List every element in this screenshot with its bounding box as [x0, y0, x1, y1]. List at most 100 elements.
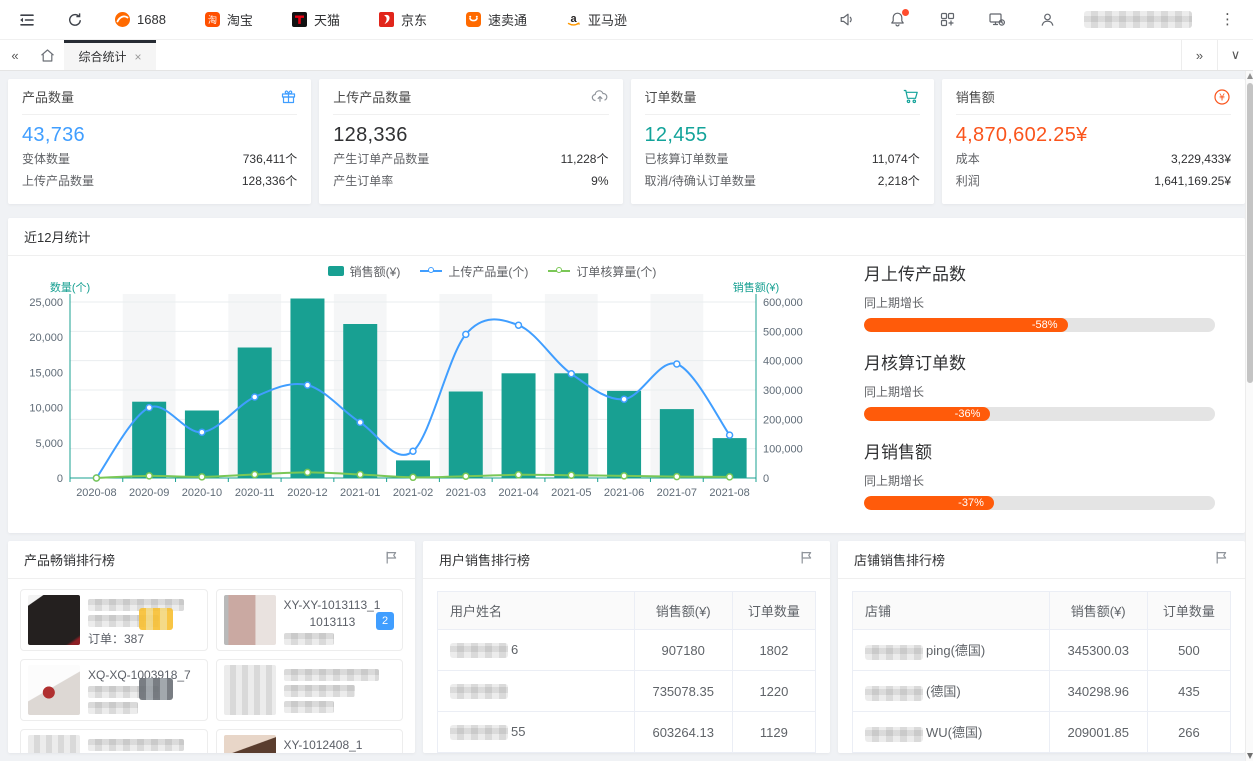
- growth-progress-fill: -36%: [864, 407, 990, 421]
- legend-bar-swatch: [328, 266, 344, 276]
- product-ranking-title: 产品畅销排行榜: [24, 550, 115, 569]
- jd-icon: [378, 11, 395, 28]
- column-header: 订单数量: [1147, 592, 1230, 630]
- growth-panel: 月上传产品数同上期增长-58%月核算订单数同上期增长-36%月销售额同上期增长-…: [826, 256, 1245, 532]
- more-menu-button[interactable]: ⋮: [1216, 12, 1239, 27]
- svg-text:2021-02: 2021-02: [393, 487, 433, 499]
- platform-tab-label: 京东: [401, 10, 427, 29]
- product-card-XY-XY-1013113_1[interactable]: XY-XY-1013113_110131132: [216, 589, 404, 651]
- order-count: 435: [1147, 671, 1230, 712]
- platform-tab-亚马逊[interactable]: a亚马逊: [565, 0, 627, 40]
- svg-text:0: 0: [57, 473, 63, 485]
- product-order-count: 订单：387: [88, 631, 200, 645]
- refresh-icon[interactable]: [62, 7, 88, 33]
- home-icon[interactable]: [30, 40, 64, 70]
- user-icon[interactable]: [1034, 7, 1060, 33]
- shop-row[interactable]: ping(德国)345300.03500: [853, 630, 1231, 671]
- bell-icon[interactable]: [884, 7, 910, 33]
- redacted-name: [450, 643, 508, 658]
- product-card-redacted-4[interactable]: [20, 729, 208, 753]
- platform-tab-速卖通[interactable]: 速卖通: [465, 0, 527, 40]
- user-row[interactable]: 55603264.131129: [438, 712, 816, 753]
- flag-icon: [384, 550, 399, 570]
- product-card-redacted-0[interactable]: 订单：387: [20, 589, 208, 651]
- product-card-redacted-3[interactable]: [216, 659, 404, 721]
- growth-label: 同上期增长: [864, 472, 1215, 489]
- stat-card-value: 128,336: [333, 124, 608, 147]
- scroll-down-arrow-icon[interactable]: [1247, 753, 1253, 759]
- platform-tab-label: 1688: [137, 12, 166, 27]
- ranking-panels-row: 产品畅销排行榜 订单：387 XY-XY-1013113_110131132XQ-…: [8, 541, 1245, 753]
- user-ranking-panel: 用户销售排行榜 用户姓名销售额(¥)订单数量69071801802735078.…: [423, 541, 830, 753]
- platform-tab-label: 亚马逊: [588, 10, 627, 29]
- svg-text:2020-10: 2020-10: [182, 487, 222, 499]
- stat-card-value: 4,870,602.25¥: [956, 124, 1231, 147]
- legend-item-上传产品量(个)[interactable]: 上传产品量(个): [420, 263, 528, 280]
- platform-tab-天猫[interactable]: 天猫: [291, 0, 340, 40]
- notification-dot: [902, 9, 909, 16]
- growth-label: 同上期增长: [864, 294, 1215, 311]
- product-image: [28, 665, 80, 715]
- sales-amount: 735078.35: [634, 671, 732, 712]
- sales-amount: 515658.9: [634, 753, 732, 754]
- product-card-XY-1012408_1[interactable]: XY-1012408_1: [216, 729, 404, 753]
- user-ranking-table: 用户姓名销售额(¥)订单数量69071801802735078.35122055…: [423, 579, 830, 753]
- order-count: 500: [1147, 630, 1230, 671]
- page-scrollbar[interactable]: [1245, 71, 1253, 761]
- platform-tab-label: 淘宝: [227, 10, 253, 29]
- user-row[interactable]: 69071801802: [438, 630, 816, 671]
- toolbar-right: ⋮: [834, 7, 1239, 33]
- scrollbar-thumb[interactable]: [1247, 83, 1253, 383]
- user-row[interactable]: 66515658.91394: [438, 753, 816, 754]
- product-card-XQ-XQ-1003918_7[interactable]: XQ-XQ-1003918_7: [20, 659, 208, 721]
- platform-tab-1688[interactable]: 1688: [114, 0, 166, 40]
- column-header: 销售额(¥): [634, 592, 732, 630]
- device-icon[interactable]: [984, 7, 1010, 33]
- menu-fold-icon[interactable]: [14, 7, 40, 33]
- growth-title: 月销售额: [864, 438, 1215, 463]
- order-count: 266: [1147, 712, 1230, 753]
- redacted-name: [865, 727, 923, 742]
- product-sku2: 1013113: [284, 615, 356, 629]
- product-image: [28, 735, 80, 753]
- shop-row[interactable]: WU(德国)209001.85266: [853, 712, 1231, 753]
- svg-text:2021-06: 2021-06: [604, 487, 644, 499]
- redacted-text: [284, 685, 355, 697]
- sales-amount: 199265.69: [1049, 753, 1147, 754]
- redacted-text: [284, 669, 380, 681]
- user-row[interactable]: 735078.351220: [438, 671, 816, 712]
- product-card-grid: 订单：387 XY-XY-1013113_110131132XQ-XQ-10039…: [8, 579, 415, 753]
- platform-tab-京东[interactable]: 京东: [378, 0, 427, 40]
- flag-icon: [799, 550, 814, 570]
- apps-icon[interactable]: [934, 7, 960, 33]
- shop-row[interactable]: n(日本)199265.69840: [853, 753, 1231, 754]
- user-ranking-title: 用户销售排行榜: [439, 550, 530, 569]
- tabs-dropdown-button[interactable]: ∨: [1217, 40, 1253, 70]
- platform-tab-label: 速卖通: [488, 10, 527, 29]
- legend-item-订单核算量(个)[interactable]: 订单核算量(个): [548, 263, 656, 280]
- sales-amount: 907180: [634, 630, 732, 671]
- legend-item-销售额(¥)[interactable]: 销售额(¥): [328, 263, 401, 280]
- stat-card-row: 产生订单率9%: [333, 172, 608, 191]
- sound-icon[interactable]: [834, 7, 860, 33]
- svg-text:500,000: 500,000: [763, 326, 803, 338]
- growth-progress-track: -37%: [864, 496, 1215, 510]
- growth-progress-track: -58%: [864, 318, 1215, 332]
- tab-close-icon[interactable]: ×: [135, 50, 142, 64]
- stat-card-title: 销售额: [956, 87, 995, 106]
- tabs-collapse-right-button[interactable]: »: [1181, 40, 1217, 70]
- tab-label: 综合统计: [78, 48, 126, 65]
- sales-amount: 209001.85: [1049, 712, 1147, 753]
- svg-text:2020-12: 2020-12: [287, 487, 327, 499]
- tabs-collapse-left-button[interactable]: «: [0, 40, 30, 70]
- tab-comprehensive-statistics[interactable]: 综合统计 ×: [64, 40, 156, 70]
- yen-icon: ¥: [1213, 88, 1231, 106]
- scroll-up-arrow-icon[interactable]: [1247, 73, 1253, 79]
- shop-row[interactable]: (德国)340298.96435: [853, 671, 1231, 712]
- platform-tab-淘宝[interactable]: 淘淘宝: [204, 0, 253, 40]
- svg-text:销售额(¥): 销售额(¥): [733, 282, 779, 294]
- product-sku: XY-1012408_1: [284, 738, 363, 752]
- svg-text:数量(个): 数量(个): [50, 282, 90, 294]
- username-redacted[interactable]: [1084, 11, 1192, 28]
- top-toolbar: 1688 淘淘宝天猫 京东 速卖通 a亚马逊 ⋮: [0, 0, 1253, 40]
